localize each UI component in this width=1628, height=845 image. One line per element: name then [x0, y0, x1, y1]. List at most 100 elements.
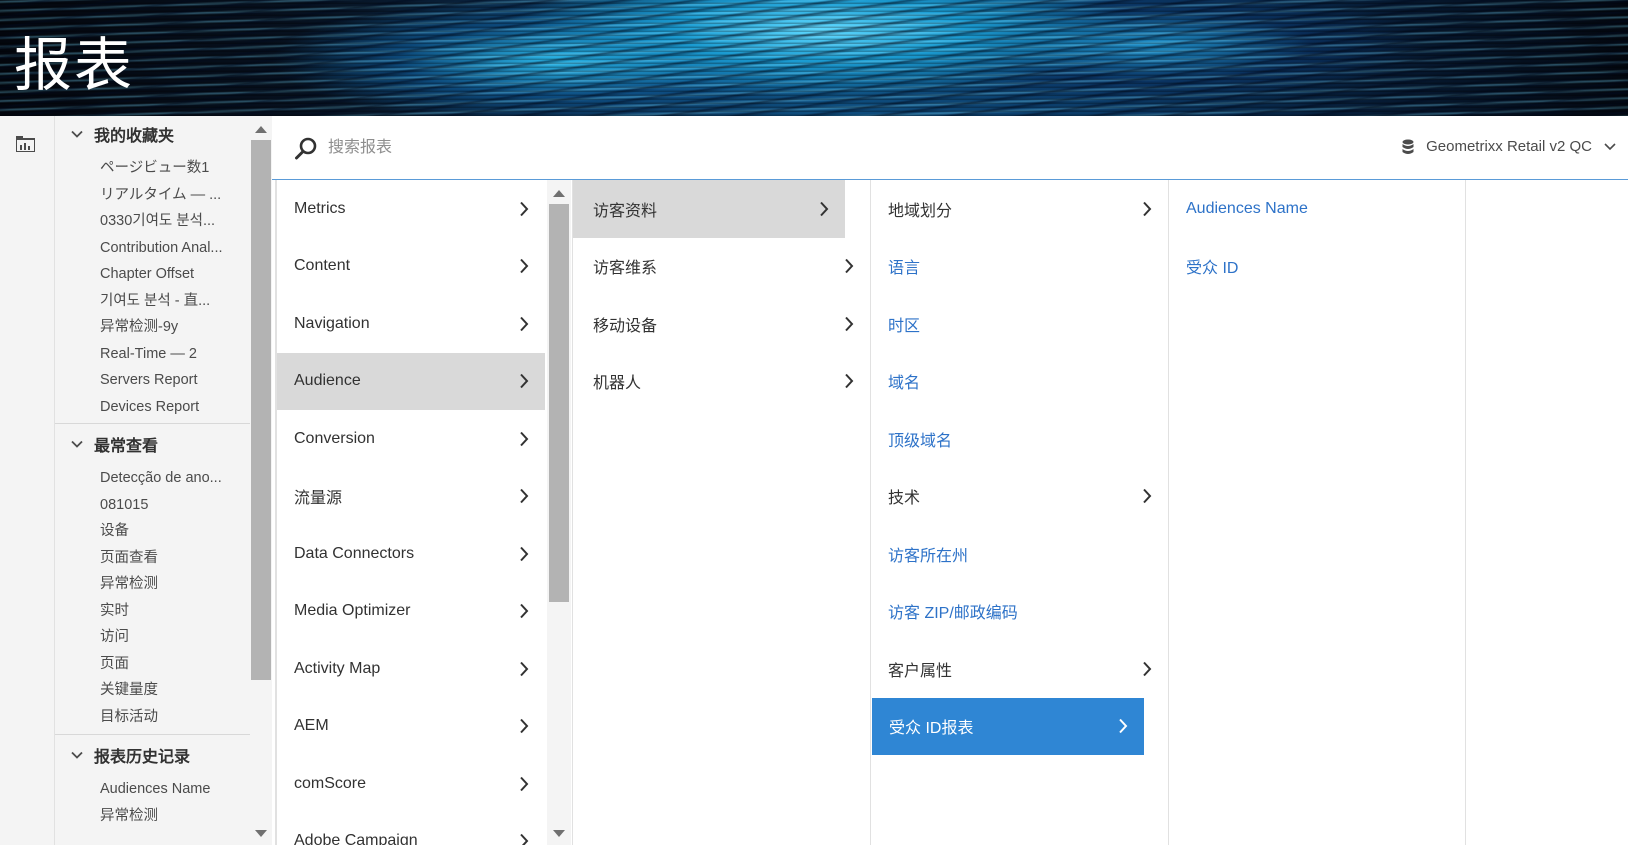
sidebar-report-link[interactable]: 目标活动: [55, 704, 247, 731]
chevron-right-icon: [520, 661, 529, 676]
search-icon: [295, 137, 317, 160]
menu-item[interactable]: AEM: [277, 698, 545, 756]
favorites-title: 我的收藏夹: [94, 128, 175, 145]
menu-item[interactable]: 流量源: [277, 468, 545, 526]
menu-item[interactable]: 客户属性: [871, 640, 1168, 698]
sidebar-report-link[interactable]: 0330기여도 분석...: [55, 208, 247, 235]
sidebar-report-link[interactable]: 设备: [55, 518, 247, 545]
menu-item-label: 域名: [888, 375, 921, 393]
menu-item[interactable]: Data Connectors: [277, 525, 545, 583]
sidebar-report-link[interactable]: 异常检测: [55, 571, 247, 598]
menu-item[interactable]: 访客维系: [573, 238, 870, 296]
history-title: 报表历史记录: [94, 749, 191, 766]
chevron-right-icon: [1143, 201, 1152, 216]
menu-item[interactable]: 机器人: [573, 353, 870, 411]
chevron-right-icon: [845, 259, 854, 274]
menu-item-label: 时区: [888, 317, 921, 335]
menu-item[interactable]: Audience: [277, 352, 545, 410]
page-title: 报表: [14, 31, 135, 99]
menu-item-label: 顶级域名: [888, 432, 953, 450]
report-link[interactable]: 访客 ZIP/邮政编码: [871, 583, 1168, 641]
history-list: Audiences Name 异常检测: [55, 775, 250, 829]
menu-item[interactable]: 技术: [871, 468, 1168, 526]
report-link[interactable]: 语言: [871, 238, 1168, 296]
report-link[interactable]: 时区: [871, 295, 1168, 353]
menu-item-label: Media Optimizer: [294, 602, 411, 620]
history-section: 报表历史记录 Audiences Name 异常检测: [55, 735, 250, 829]
sidebar-report-link[interactable]: 异常检测: [55, 803, 247, 830]
menu-item[interactable]: Metrics: [277, 180, 545, 238]
chevron-down-icon: [71, 130, 83, 138]
subcategory-column: 访客资料访客维系移动设备 机器人: [572, 180, 870, 845]
menu-item[interactable]: 受众 ID报表: [872, 697, 1144, 755]
chevron-right-icon: [520, 374, 529, 389]
sidebar-report-link[interactable]: 081015: [55, 492, 247, 519]
menu-item[interactable]: comScore: [277, 755, 545, 813]
scroll-up-icon[interactable]: [553, 190, 565, 197]
menu-item-label: 地域划分: [888, 202, 953, 220]
sidebar-report-link[interactable]: 访问: [55, 624, 247, 651]
report-link[interactable]: Audiences Name: [1169, 180, 1465, 238]
menu-item[interactable]: Content: [277, 238, 545, 296]
menu-item-label: Activity Map: [294, 659, 381, 677]
sidebar-report-link[interactable]: Servers Report: [55, 367, 247, 394]
sidebar-report-link[interactable]: Chapter Offset: [55, 261, 247, 288]
chevron-down-icon: [71, 440, 83, 448]
category-scrollbar[interactable]: [547, 180, 571, 845]
menu-item-label: Audiences Name: [1186, 199, 1308, 217]
chevron-right-icon: [820, 201, 829, 216]
menu-item-label: Data Connectors: [294, 544, 415, 562]
sidebar-report-link[interactable]: リアルタイム — ...: [55, 182, 247, 209]
sidebar-report-link[interactable]: Real-Time — 2: [55, 341, 247, 368]
most-viewed-header[interactable]: 最常查看: [55, 424, 250, 464]
sidebar-report-link[interactable]: Contribution Anal...: [55, 235, 247, 262]
sidebar-scrollbar[interactable]: [250, 116, 272, 845]
menu-item-label: Navigation: [294, 314, 370, 332]
menu-item-label: AEM: [294, 717, 329, 735]
sidebar-report-link[interactable]: 页面查看: [55, 545, 247, 572]
sidebar-report-link[interactable]: 기여도 분석 - 直...: [55, 288, 247, 315]
scroll-up-icon[interactable]: [255, 126, 267, 133]
favorites-section: 我的收藏夹 ページビュー数1 リアルタイム — ... 0330기여도 분석... C…: [55, 116, 250, 424]
scroll-thumb[interactable]: [549, 204, 569, 602]
menu-item[interactable]: Navigation: [277, 295, 545, 353]
favorites-header[interactable]: 我的收藏夹: [55, 116, 250, 152]
search-bar: Geometrixx Retail v2 QC: [272, 116, 1628, 180]
search-input[interactable]: [328, 134, 828, 162]
report-link[interactable]: 受众 ID: [1169, 238, 1465, 296]
sidebar-report-link[interactable]: 实时: [55, 598, 247, 625]
chevron-right-icon: [520, 834, 529, 845]
report-link[interactable]: 顶级域名: [871, 410, 1168, 468]
sidebar-report-link[interactable]: 异常检测-9y: [55, 314, 247, 341]
scroll-down-icon[interactable]: [255, 830, 267, 837]
menu-item[interactable]: Conversion: [277, 410, 545, 468]
report-suite-selector[interactable]: Geometrixx Retail v2 QC: [1402, 138, 1616, 155]
scroll-down-icon[interactable]: [553, 830, 565, 837]
menu-item-label: 访客维系: [593, 260, 658, 278]
chevron-right-icon: [520, 259, 529, 274]
report-link[interactable]: 域名: [871, 353, 1168, 411]
chevron-right-icon: [520, 546, 529, 561]
menu-item-label: Metrics: [294, 199, 346, 217]
chevron-right-icon: [1143, 661, 1152, 676]
chevron-right-icon: [520, 431, 529, 446]
reports-library-icon[interactable]: [16, 136, 35, 152]
sidebar-report-link[interactable]: Audiences Name: [55, 776, 247, 803]
menu-item[interactable]: Adobe Campaign: [277, 813, 545, 845]
chevron-down-icon: [71, 751, 83, 759]
menu-item[interactable]: 移动设备: [573, 295, 870, 353]
menu-item[interactable]: Media Optimizer: [277, 583, 545, 641]
sidebar-report-link[interactable]: 关键量度: [55, 677, 247, 704]
scroll-thumb[interactable]: [251, 140, 271, 680]
report-link[interactable]: 访客所在州: [871, 525, 1168, 583]
menu-item[interactable]: 访客资料: [573, 180, 845, 238]
menu-item[interactable]: 地域划分: [871, 180, 1168, 238]
menu-item[interactable]: Activity Map: [277, 640, 545, 698]
sidebar-report-link[interactable]: Devices Report: [55, 394, 247, 421]
sidebar-report-link[interactable]: ページビュー数1: [55, 155, 247, 182]
sidebar-report-link[interactable]: 页面: [55, 651, 247, 678]
sidebar-report-link[interactable]: Detecção de ano...: [55, 465, 247, 492]
chevron-right-icon: [520, 201, 529, 216]
chevron-right-icon: [1119, 719, 1128, 734]
history-header[interactable]: 报表历史记录: [55, 735, 250, 775]
